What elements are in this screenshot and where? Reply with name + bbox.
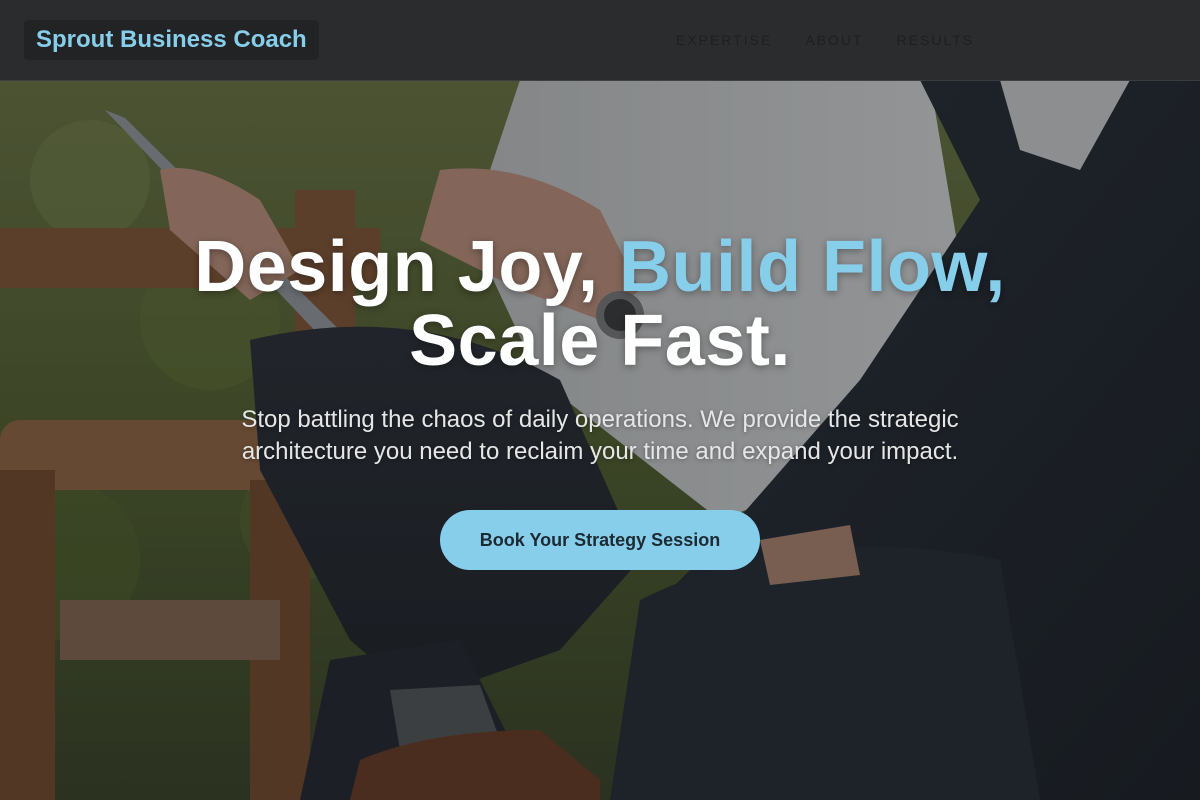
headline-part-white: Design Joy, bbox=[194, 227, 619, 307]
headline-part-accent: Build Flow, bbox=[619, 227, 1006, 307]
nav-links: EXPERTISE ABOUT RESULTS bbox=[676, 30, 974, 50]
nav-item-results: RESULTS bbox=[897, 30, 975, 50]
hero-subtitle: Stop battling the chaos of daily operati… bbox=[241, 406, 959, 465]
hero-section: Design Joy, Build Flow, Scale Fast. Stop… bbox=[0, 230, 1200, 570]
top-navbar: Sprout Business Coach EXPERTISE ABOUT RE… bbox=[0, 0, 1200, 81]
hero-headline: Design Joy, Build Flow, Scale Fast. bbox=[0, 230, 1200, 378]
nav-link-about[interactable]: ABOUT bbox=[805, 32, 863, 48]
nav-item-expertise: EXPERTISE bbox=[676, 30, 772, 50]
nav-item-about: ABOUT bbox=[805, 30, 863, 50]
headline-line-2: Scale Fast. bbox=[409, 301, 791, 381]
book-strategy-session-button[interactable]: Book Your Strategy Session bbox=[440, 510, 760, 570]
nav-link-expertise[interactable]: EXPERTISE bbox=[676, 32, 772, 48]
nav-link-results[interactable]: RESULTS bbox=[897, 32, 975, 48]
brand-logo-link[interactable]: Sprout Business Coach bbox=[24, 20, 319, 60]
